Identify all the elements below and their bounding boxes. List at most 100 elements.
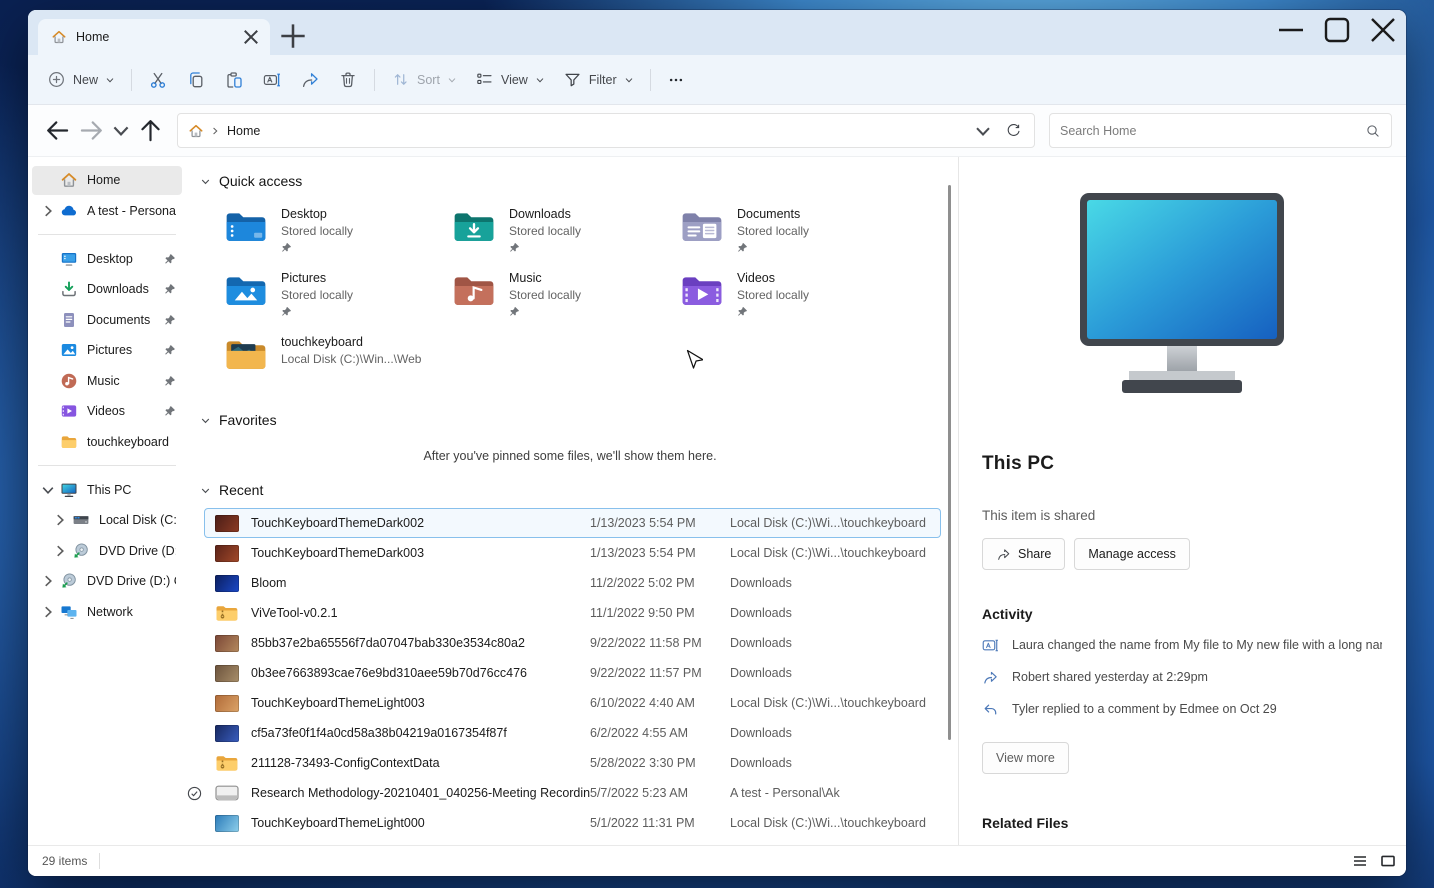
- qa-downloads-icon: [452, 208, 496, 244]
- cut-button[interactable]: [139, 62, 177, 98]
- recent-file-row-touchkeyboardthemedark003[interactable]: TouchKeyboardThemeDark0031/13/2023 5:54 …: [204, 538, 941, 568]
- scrollbar-track[interactable]: [942, 157, 958, 845]
- file-name: Research Methodology-20210401_040256-Mee…: [251, 786, 590, 800]
- sidebar-item-desktop[interactable]: Desktop: [32, 244, 182, 273]
- recent-file-row-cf5a73fe0f1f4a0cd58a38b04219a0167354f87f[interactable]: cf5a73fe0f1f4a0cd58a38b04219a0167354f87f…: [204, 718, 941, 748]
- sidebar-item-label: Home: [87, 173, 176, 187]
- tab-close-icon[interactable]: [240, 26, 262, 48]
- quick-access-tile-touchkeyboard[interactable]: touchkeyboardLocal Disk (C:)\Win...\Web: [224, 334, 452, 396]
- sidebar-item-label: This PC: [87, 483, 176, 497]
- quick-access-tile-videos[interactable]: VideosStored locally: [680, 270, 908, 332]
- paste-button[interactable]: [215, 62, 253, 98]
- sidebar-item-videos[interactable]: Videos: [32, 397, 182, 426]
- up-button[interactable]: [135, 115, 166, 146]
- search-box[interactable]: [1049, 113, 1392, 148]
- reply-activity-icon: [982, 701, 999, 718]
- back-button[interactable]: [42, 115, 73, 146]
- recent-file-row-touchkeyboardthemelight003[interactable]: TouchKeyboardThemeLight0036/10/2022 4:40…: [204, 688, 941, 718]
- chevron-right-icon[interactable]: [40, 604, 56, 620]
- file-location: Downloads: [730, 666, 930, 680]
- recent-file-row-0b3ee7663893cae76e9bd310aee59b70d76cc476[interactable]: 0b3ee7663893cae76e9bd310aee59b70d76cc476…: [204, 658, 941, 688]
- file-thumbnail: [215, 815, 239, 832]
- search-input[interactable]: [1060, 124, 1365, 138]
- sidebar-item-documents[interactable]: Documents: [32, 305, 182, 334]
- recent-file-row-bloom[interactable]: Bloom11/2/2022 5:02 PMDownloads: [204, 568, 941, 598]
- sidebar-item-touchkeyboard[interactable]: touchkeyboard: [32, 427, 182, 456]
- view-icon: [475, 70, 494, 89]
- minimize-button[interactable]: [1268, 10, 1314, 50]
- copy-button[interactable]: [177, 62, 215, 98]
- maximize-button[interactable]: [1314, 10, 1360, 50]
- quick-access-tile-music[interactable]: MusicStored locally: [452, 270, 680, 332]
- new-button[interactable]: New: [38, 62, 124, 98]
- details-view-icon[interactable]: [1348, 852, 1372, 870]
- sidebar-item-home[interactable]: Home: [32, 166, 182, 195]
- view-button[interactable]: View: [466, 62, 554, 98]
- recent-file-row-offlineinsiderenroll-2-6-3[interactable]: OfflineInsiderEnroll 2.6.34/28/2022 10:5…: [204, 838, 941, 845]
- file-location: Local Disk (C:)\Wi...\touchkeyboard: [730, 816, 930, 830]
- tile-name: touchkeyboard: [281, 335, 421, 349]
- share-button-toolbar[interactable]: [291, 62, 329, 98]
- navigation-pane: Home A test - Personal DesktopDownloadsDoc…: [28, 157, 186, 845]
- sidebar-item-dvd-drive-d-cc[interactable]: DVD Drive (D:) CC: [32, 536, 182, 565]
- sidebar-item-network[interactable]: Network: [32, 597, 182, 626]
- tile-name: Videos: [737, 271, 809, 285]
- quick-access-tile-pictures[interactable]: PicturesStored locally: [224, 270, 452, 332]
- recent-file-row-touchkeyboardthemedark002[interactable]: TouchKeyboardThemeDark0021/13/2023 5:54 …: [204, 508, 941, 538]
- section-header-quick-access[interactable]: Quick access: [200, 171, 942, 191]
- address-dropdown-icon[interactable]: [973, 121, 993, 141]
- sidebar-item-dvd-drive-d-ccc[interactable]: DVD Drive (D:) CCC: [32, 567, 182, 596]
- sidebar-item-local-disk-c[interactable]: Local Disk (C:): [32, 506, 182, 535]
- file-thumbnail-wrap: [215, 514, 239, 532]
- chevron-spacer: [40, 312, 56, 328]
- large-icons-view-icon[interactable]: [1376, 852, 1400, 870]
- address-bar: Home: [28, 105, 1406, 157]
- scrollbar-thumb[interactable]: [948, 185, 951, 740]
- chevron-right-icon[interactable]: [40, 573, 56, 589]
- new-label: New: [73, 73, 98, 87]
- share-button[interactable]: Share: [982, 538, 1065, 570]
- tile-name: Music: [509, 271, 581, 285]
- new-tab-button[interactable]: [276, 19, 310, 53]
- filter-button[interactable]: Filter: [554, 62, 643, 98]
- tab-home[interactable]: Home: [38, 19, 270, 55]
- view-more-button[interactable]: View more: [982, 742, 1069, 774]
- sidebar-item-music[interactable]: Music: [32, 366, 182, 395]
- file-location: Local Disk (C:)\Wi...\touchkeyboard: [730, 546, 930, 560]
- sidebar-item-pictures[interactable]: Pictures: [32, 336, 182, 365]
- chevron-down-icon[interactable]: [40, 482, 56, 498]
- recent-file-row-research-methodology-20210401-040256-mee[interactable]: Research Methodology-20210401_040256-Mee…: [204, 778, 941, 808]
- breadcrumb-item-home[interactable]: Home: [227, 124, 260, 138]
- section-header-recent[interactable]: Recent: [200, 480, 942, 500]
- sidebar-item-label: Local Disk (C:): [99, 513, 176, 527]
- more-options-button[interactable]: [658, 62, 694, 98]
- recent-file-row-211128-73493-configcontextdata[interactable]: 211128-73493-ConfigContextData5/28/2022 …: [204, 748, 941, 778]
- chevron-right-icon[interactable]: [52, 512, 68, 528]
- chevron-right-icon[interactable]: [52, 543, 68, 559]
- quick-access-tile-documents[interactable]: DocumentsStored locally: [680, 206, 908, 268]
- delete-button[interactable]: [329, 62, 367, 98]
- refresh-icon[interactable]: [1005, 122, 1022, 139]
- recent-locations-button[interactable]: [110, 115, 132, 146]
- rename-button[interactable]: [253, 62, 291, 98]
- sort-button[interactable]: Sort: [382, 62, 466, 98]
- recent-file-row-85bb37e2ba65556f7da07047bab330e3534c80a2[interactable]: 85bb37e2ba65556f7da07047bab330e3534c80a2…: [204, 628, 941, 658]
- quick-access-tile-desktop[interactable]: DesktopStored locally: [224, 206, 452, 268]
- breadcrumb[interactable]: Home: [177, 113, 1035, 148]
- sidebar-item-downloads[interactable]: Downloads: [32, 275, 182, 304]
- forward-button[interactable]: [76, 115, 107, 146]
- quick-access-tile-downloads[interactable]: DownloadsStored locally: [452, 206, 680, 268]
- recent-file-row-vivetool-v0-2-1[interactable]: ViVeTool-v0.2.111/1/2022 9:50 PMDownload…: [204, 598, 941, 628]
- chevron-down-icon: [200, 415, 211, 426]
- chevron-down-icon: [200, 485, 211, 496]
- sidebar-item-this-pc[interactable]: This PC: [32, 475, 182, 504]
- close-button[interactable]: [1360, 10, 1406, 50]
- sidebar-item-a-test-personal[interactable]: A test - Personal: [32, 196, 182, 225]
- file-thumbnail: [215, 665, 239, 682]
- recent-file-row-touchkeyboardthemelight000[interactable]: TouchKeyboardThemeLight0005/1/2022 11:31…: [204, 808, 941, 838]
- chevron-spacer: [40, 373, 56, 389]
- section-header-favorites[interactable]: Favorites: [200, 410, 942, 430]
- chevron-spacer: [40, 342, 56, 358]
- chevron-right-icon[interactable]: [40, 203, 56, 219]
- manage-access-button[interactable]: Manage access: [1074, 538, 1190, 570]
